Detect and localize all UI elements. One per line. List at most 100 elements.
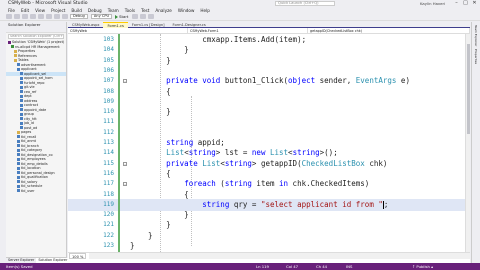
file-icon [20,81,23,85]
file-icon [17,189,20,193]
file-icon [17,175,20,179]
status-bar: Item(s) Saved Ln 119 Col 47 Ch 44 INS ↑ … [0,263,480,270]
tree-item-label: tbl_user [21,188,35,193]
menu-debug[interactable]: Debug [88,8,102,13]
menu-edit[interactable]: Edit [21,8,29,13]
file-icon [17,166,20,170]
file-icon [17,67,20,71]
close-button[interactable]: ✕ [470,0,479,7]
menu-project[interactable]: Project [51,8,65,13]
fold-toggle-icon[interactable]: - [123,79,127,84]
toolbar-icon[interactable] [140,14,147,19]
file-icon [17,63,20,67]
undo-icon[interactable] [54,14,60,19]
file-icon [20,126,23,130]
minimize-button[interactable]: – [452,0,461,7]
file-icon [17,144,20,148]
toolbar: Debug Any CPU Start [0,13,480,21]
horizontal-scrollbar[interactable] [89,253,470,259]
fold-toggle-icon[interactable]: - [123,182,127,187]
maximize-button[interactable]: □ [461,0,470,7]
code-text: } [130,241,135,250]
file-icon [17,162,20,166]
save-all-icon[interactable] [46,14,52,19]
file-icon [20,121,23,125]
file-icon [20,94,23,98]
start-button[interactable]: Start [115,14,128,19]
title-bar: CSMyWeb - Microsoft Visual Studio Quick … [0,0,480,7]
visual-studio-window: { "window": { "title": "CSMyWeb - Micros… [0,0,480,270]
vertical-scrollbar[interactable] [465,34,470,252]
start-label: Start [119,14,129,19]
platform-select[interactable]: Any CPU [90,14,113,19]
user-name[interactable]: Kaylin Haveri [420,1,445,6]
config-select[interactable]: Debug [70,14,88,19]
zoom-select[interactable]: 100 % [69,253,87,259]
status-column: Col 47 [286,264,299,269]
file-icon [20,112,23,116]
window-title: CSMyWeb - Microsoft Visual Studio [8,1,88,6]
menu-tools[interactable]: Tools [125,8,135,13]
menu-test[interactable]: Test [141,8,149,13]
code-area[interactable]: 103 cmxapp.Items.Add(item); 104 } 105 } 106… [68,34,470,252]
tree-item[interactable]: ns-allcpd HR Management [6,45,66,50]
file-icon [17,153,20,157]
save-icon[interactable] [38,14,44,19]
new-project-icon[interactable] [22,14,28,19]
code-line: 123} [68,240,470,252]
file-icon [20,103,23,107]
editor-bottom-bar: 100 % [68,252,470,259]
file-icon [20,117,23,121]
status-insert: INS [346,264,353,269]
file-icon [17,171,20,175]
file-icon [20,85,23,89]
file-icon [20,90,23,94]
menu-help[interactable]: Help [200,8,210,13]
back-icon[interactable] [6,14,12,19]
play-icon [115,14,119,19]
file-icon [20,72,23,76]
folder-icon [17,130,20,134]
status-message: Item(s) Saved [6,264,33,269]
file-icon [17,157,20,161]
folder-icon [14,54,17,58]
publish-button[interactable]: ↑ Publish ▴ [412,264,433,269]
file-icon [20,108,23,112]
menu-team[interactable]: Team [108,8,119,13]
solution-explorer: Solution Explorer Search Solution Explor… [6,22,70,263]
solution-tree: Solution 'CSMyWeb' (1 project) ns-allcpd … [6,40,66,193]
status-char: Ch 44 [316,264,328,269]
team-explorer-tab[interactable]: Team Explorer [474,25,478,46]
menu-window[interactable]: Window [178,8,195,13]
scroll-thumb[interactable] [467,44,470,134]
tree-item[interactable]: tbl_user [6,189,66,194]
file-icon [20,99,23,103]
folder-icon [14,49,17,53]
line-number: 123 [103,242,114,249]
open-icon[interactable] [30,14,36,19]
redo-icon[interactable] [62,14,68,19]
file-icon [17,148,20,152]
menu-file[interactable]: File [8,8,15,13]
code-editor: CSMyWeb.aspx Form1.cs Form1.cs [Design] For… [68,22,470,263]
properties-tab[interactable]: Properties [474,49,478,64]
file-icon [17,139,20,143]
quick-launch-input[interactable]: Quick Launch (Ctrl+Q) [275,1,335,6]
solution-search-input[interactable]: Search Solution Explorer (Ctrl+;) [8,34,64,39]
toolbar-icon[interactable] [132,14,139,19]
file-icon [17,180,20,184]
toolbar-icon[interactable] [148,14,155,19]
solution-explorer-toolbar [6,28,66,33]
project-icon [11,45,14,49]
menu-analyze[interactable]: Analyze [155,8,172,13]
file-icon [17,135,20,139]
file-icon [17,184,20,188]
right-tool-strip: Team Explorer Properties [471,22,480,263]
forward-icon[interactable] [14,14,20,19]
folder-icon [14,58,17,62]
file-icon [20,76,23,80]
fold-toggle-icon[interactable]: - [123,161,127,166]
solution-icon [8,40,11,44]
menu-build[interactable]: Build [71,8,82,13]
menu-view[interactable]: View [35,8,45,13]
